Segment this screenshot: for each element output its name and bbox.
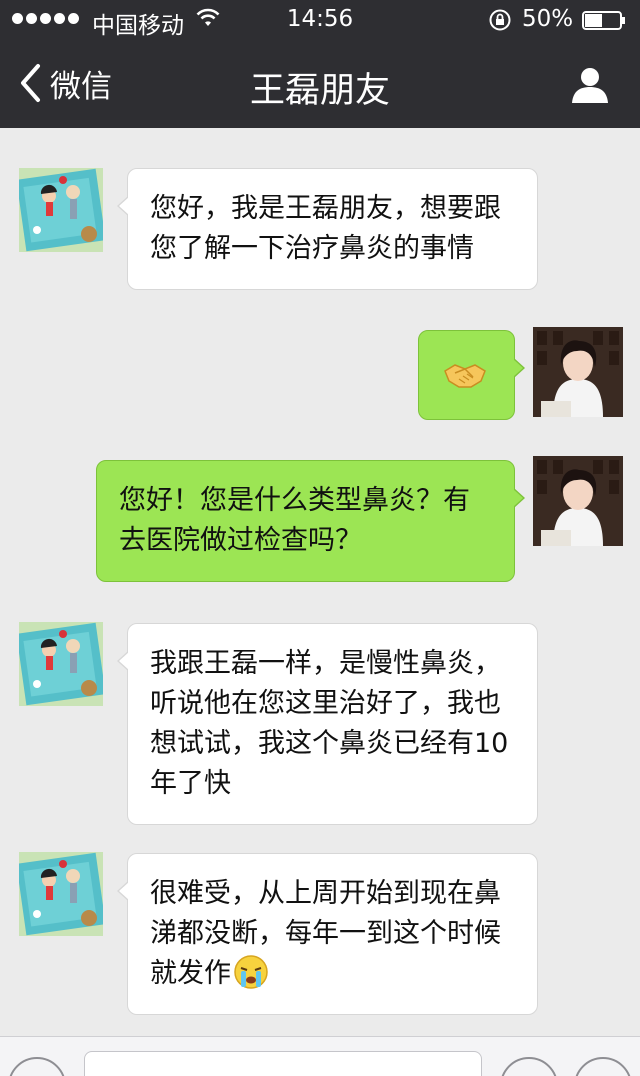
friend-avatar[interactable] bbox=[19, 622, 103, 706]
contact-profile-icon[interactable] bbox=[570, 64, 610, 104]
my-avatar[interactable] bbox=[533, 456, 623, 546]
battery-percentage: 50% bbox=[522, 6, 574, 32]
my-avatar[interactable] bbox=[533, 327, 623, 417]
message-bubble[interactable] bbox=[418, 330, 525, 420]
chat-input-bar bbox=[0, 1036, 640, 1076]
message-text: 我跟王磊一样，是慢性鼻炎，听说他在您这里治好了，我也想试试，我这个鼻炎已经有10… bbox=[150, 648, 509, 799]
status-bar: 中国移动 14:56 50% bbox=[0, 0, 640, 40]
voice-button[interactable] bbox=[8, 1057, 66, 1076]
rotation-lock-icon bbox=[489, 9, 511, 31]
message-text: 您好！您是什么类型鼻炎？有去医院做过检查吗？ bbox=[119, 485, 470, 556]
message-text: 很难受，从上周开始到现在鼻涕都没断，每年一到这个时候就发作 bbox=[150, 878, 501, 989]
battery-icon bbox=[582, 11, 625, 30]
friend-avatar[interactable] bbox=[19, 168, 103, 252]
crying-face-emoji-icon bbox=[234, 955, 268, 989]
more-button[interactable] bbox=[574, 1057, 632, 1076]
message-bubble[interactable]: 我跟王磊一样，是慢性鼻炎，听说他在您这里治好了，我也想试试，我这个鼻炎已经有10… bbox=[117, 623, 538, 825]
friend-avatar[interactable] bbox=[19, 852, 103, 936]
message-bubble[interactable]: 您好，我是王磊朋友，想要跟您了解一下治疗鼻炎的事情 bbox=[117, 168, 538, 290]
message-input[interactable] bbox=[84, 1051, 482, 1076]
navigation-bar: 微信 王磊朋友 bbox=[0, 40, 640, 128]
emoji-button[interactable] bbox=[500, 1057, 558, 1076]
handshake-emoji-icon bbox=[444, 364, 486, 388]
chat-title: 王磊朋友 bbox=[249, 71, 390, 111]
message-bubble[interactable]: 您好！您是什么类型鼻炎？有去医院做过检查吗？ bbox=[96, 460, 525, 582]
message-bubble[interactable]: 很难受，从上周开始到现在鼻涕都没断，每年一到这个时候就发作 bbox=[117, 853, 538, 1015]
message-text: 您好，我是王磊朋友，想要跟您了解一下治疗鼻炎的事情 bbox=[150, 193, 501, 264]
